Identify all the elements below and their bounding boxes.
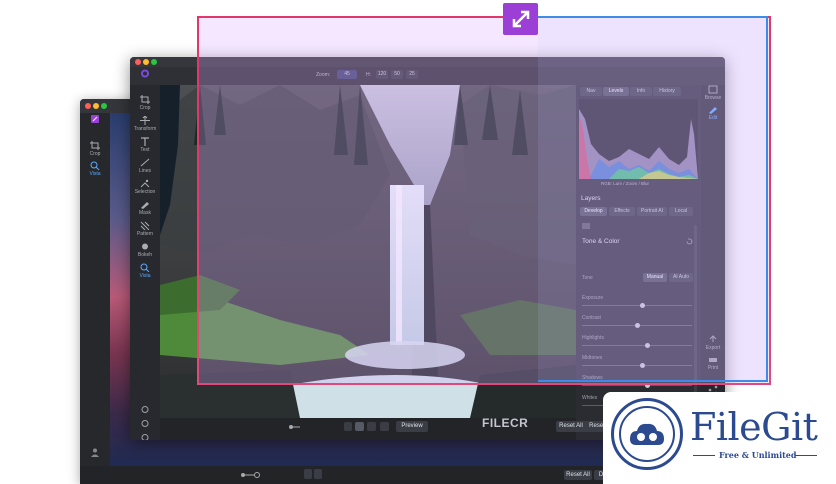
pattern-icon <box>140 221 150 230</box>
layers-button[interactable] <box>130 405 160 415</box>
tool-label: Selection <box>134 189 156 195</box>
tool-label: Mask <box>139 210 151 216</box>
tool-label: Pattern <box>136 231 154 237</box>
close-window-button[interactable] <box>135 59 141 65</box>
magic-wand-icon <box>91 115 99 123</box>
transform-icon <box>140 116 150 125</box>
info-button[interactable] <box>130 433 160 440</box>
info-icon <box>141 434 149 440</box>
tool-label: Transform <box>133 126 157 132</box>
bokeh-icon <box>142 243 148 250</box>
tool-bokeh[interactable]: Bokeh <box>130 242 160 258</box>
vista-icon <box>90 161 100 170</box>
preview-button[interactable]: Preview <box>396 421 428 432</box>
zoom-window-button[interactable] <box>151 59 157 65</box>
back-person-tool[interactable] <box>80 448 110 458</box>
app-logo <box>130 69 160 79</box>
selection-icon <box>140 179 150 188</box>
back-tool-crop[interactable]: Crop <box>80 141 110 157</box>
mask-icon <box>141 202 149 209</box>
close-window-button[interactable] <box>85 103 91 109</box>
cloud-download-icon <box>619 406 675 462</box>
back-magic-tool[interactable] <box>80 115 110 125</box>
view-single-button[interactable] <box>344 422 352 431</box>
highlight-overlay-right-edge <box>538 16 768 382</box>
back-tool-vista-label: Vista <box>89 171 101 177</box>
back-window-bottom-bar: Reset All Done <box>80 466 620 484</box>
vista-icon <box>140 263 150 272</box>
tool-label: Lines <box>139 168 151 174</box>
view-compare-button[interactable] <box>380 422 389 431</box>
tagline-rule-left <box>693 455 715 456</box>
layers-icon <box>141 406 149 413</box>
tool-crop[interactable]: Crop <box>130 95 160 111</box>
tool-lines[interactable]: Lines <box>130 158 160 174</box>
filegit-tagline: Free & Unlimited <box>719 450 797 460</box>
minimize-window-button[interactable] <box>143 59 149 65</box>
back-tool-crop-label: Crop <box>89 151 101 157</box>
tool-label: Crop <box>139 105 151 111</box>
view-mask-button[interactable] <box>367 422 376 431</box>
tool-transform[interactable]: Transform <box>130 116 160 132</box>
compare-slider-icon[interactable] <box>288 423 302 431</box>
slider-shadows[interactable] <box>582 383 692 388</box>
tool-selection[interactable]: Selection <box>130 179 160 195</box>
tool-label: Bokeh <box>137 252 153 258</box>
app-logo-icon <box>141 69 149 78</box>
filegit-brand-name: FileGit <box>690 405 818 449</box>
person-icon <box>91 448 99 457</box>
adjust-button[interactable] <box>130 419 160 429</box>
back-tool-sidebar: Crop Vista <box>80 113 110 484</box>
tagline-rule-right <box>795 455 817 456</box>
back-view-toggle-a[interactable] <box>304 469 312 479</box>
reset-all-button[interactable]: Reset All <box>556 421 586 432</box>
compare-slider-icon[interactable] <box>240 471 262 479</box>
view-split-button[interactable] <box>355 422 364 431</box>
back-tool-vista[interactable]: Vista <box>80 161 110 177</box>
zoom-window-button[interactable] <box>101 103 107 109</box>
expand-badge <box>503 3 538 35</box>
filegit-logo <box>611 398 683 470</box>
back-view-toggle-b[interactable] <box>314 469 322 479</box>
tool-label: Text <box>140 147 150 153</box>
expand-arrows-icon <box>512 10 529 28</box>
tool-pattern[interactable]: Pattern <box>130 221 160 237</box>
minimize-window-button[interactable] <box>93 103 99 109</box>
lines-icon <box>140 158 150 167</box>
tool-mask[interactable]: Mask <box>130 200 160 216</box>
crop-icon <box>90 141 100 150</box>
crop-icon <box>140 95 150 104</box>
tool-label: Vista <box>139 273 151 279</box>
filecr-watermark: FILECR <box>482 416 529 430</box>
adjust-icon <box>141 420 149 427</box>
tool-vista[interactable]: Vista <box>130 263 160 279</box>
text-icon <box>141 137 149 146</box>
slider-label-whites: Whites <box>582 395 598 401</box>
back-reset-all-button[interactable]: Reset All <box>564 470 592 480</box>
tool-text[interactable]: Text <box>130 137 160 153</box>
